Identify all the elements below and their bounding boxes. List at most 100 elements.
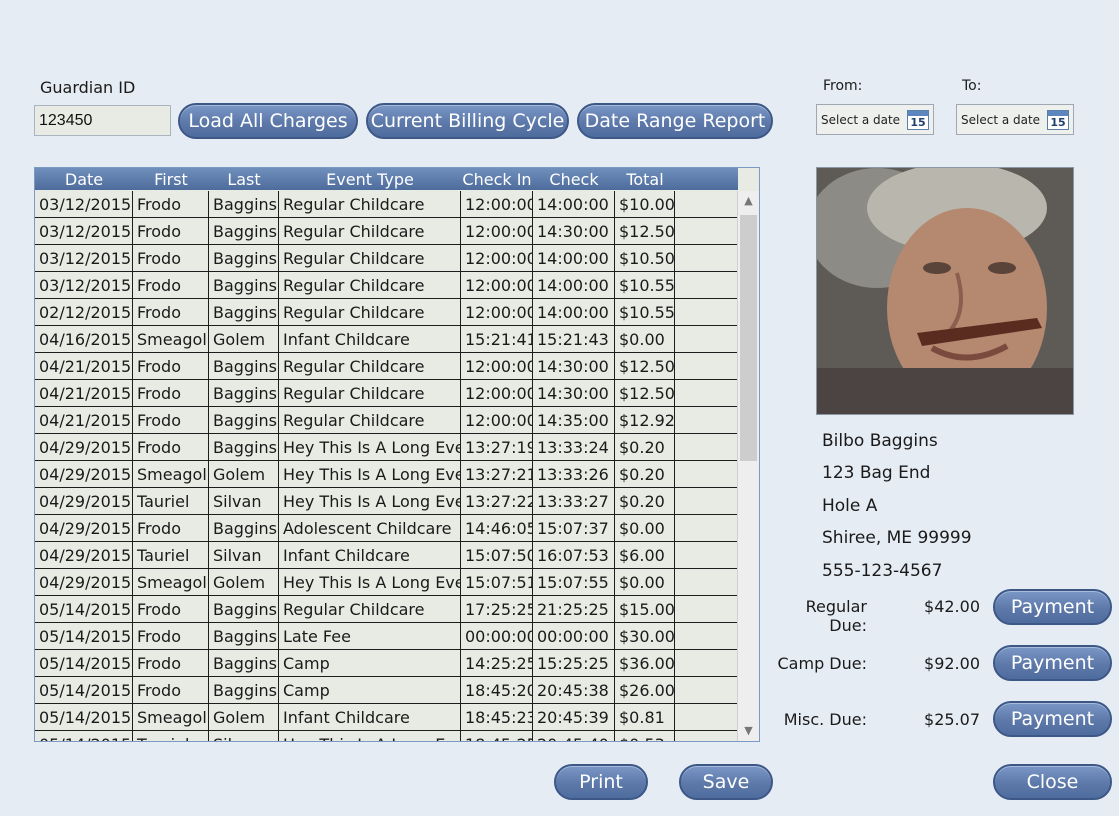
cell-first: Frodo: [133, 677, 209, 703]
from-date-picker[interactable]: Select a date 15: [816, 104, 934, 135]
to-label: To:: [962, 78, 982, 94]
cell-total: $0.00: [615, 326, 675, 352]
camp-payment-button[interactable]: Payment: [993, 645, 1112, 681]
to-date-picker[interactable]: Select a date 15: [956, 104, 1074, 135]
print-button[interactable]: Print: [554, 764, 648, 800]
cell-check-in: 12:00:00: [461, 245, 533, 271]
table-row[interactable]: 05/14/2015 Frodo Baggins Camp 18:45:20 20:45:…: [35, 677, 738, 704]
cell-date: 03/12/2015: [35, 218, 133, 244]
cell-event-type: Hey This Is A Long Eve: [279, 488, 461, 514]
table-row[interactable]: 05/14/2015 Frodo Baggins Late Fee 00:00:00 00…: [35, 623, 738, 650]
cell-first: Smeagol: [133, 326, 209, 352]
cell-check-out: 00:00:00: [533, 623, 615, 649]
cell-event-type: Regular Childcare: [279, 407, 461, 433]
cell-date: 02/12/2015: [35, 299, 133, 325]
cell-last: Silvan: [209, 542, 279, 568]
contact-phone: 555-123-4567: [822, 561, 943, 581]
table-row[interactable]: 04/29/2015 Frodo Baggins Hey This Is A Long…: [35, 434, 738, 461]
load-all-charges-button[interactable]: Load All Charges: [178, 103, 358, 139]
scrollbar-thumb[interactable]: [740, 215, 757, 461]
save-button[interactable]: Save: [679, 764, 773, 800]
chevron-down-icon[interactable]: ▼: [738, 721, 759, 741]
cell-date: 04/21/2015: [35, 407, 133, 433]
cell-date: 04/29/2015: [35, 488, 133, 514]
cell-event-type: Regular Childcare: [279, 299, 461, 325]
cell-event-type: Late Fee: [279, 623, 461, 649]
col-header-total[interactable]: Total: [615, 170, 675, 189]
cell-total: $10.00: [615, 191, 675, 217]
cell-check-in: 12:00:00: [461, 407, 533, 433]
table-row[interactable]: 04/21/2015 Frodo Baggins Regular Childcare 1…: [35, 353, 738, 380]
cell-first: Frodo: [133, 650, 209, 676]
cell-total: $30.00: [615, 623, 675, 649]
col-header-first[interactable]: First: [133, 170, 209, 189]
table-row[interactable]: 03/12/2015 Frodo Baggins Regular Childcare 1…: [35, 191, 738, 218]
cell-first: Frodo: [133, 245, 209, 271]
cell-check-in: 12:00:00: [461, 191, 533, 217]
cell-check-out: 14:00:00: [533, 245, 615, 271]
cell-total: $36.00: [615, 650, 675, 676]
cell-date: 04/29/2015: [35, 434, 133, 460]
current-billing-cycle-button[interactable]: Current Billing Cycle: [366, 103, 569, 139]
cell-check-out: 21:25:25: [533, 596, 615, 622]
cell-event-type: Regular Childcare: [279, 353, 461, 379]
table-row[interactable]: 04/29/2015 Smeagol Golem Hey This Is A Long…: [35, 461, 738, 488]
close-button[interactable]: Close: [993, 764, 1112, 800]
col-header-event-type[interactable]: Event Type: [279, 170, 461, 189]
col-header-check-in[interactable]: Check In: [461, 170, 533, 189]
camp-due-label: Camp Due:: [777, 654, 868, 673]
from-date-placeholder: Select a date: [821, 112, 901, 127]
table-row[interactable]: 04/21/2015 Frodo Baggins Regular Childcare 1…: [35, 407, 738, 434]
cell-total: $15.00: [615, 596, 675, 622]
col-header-last[interactable]: Last: [209, 170, 279, 189]
cell-event-type: Infant Childcare: [279, 704, 461, 730]
cell-date: 03/12/2015: [35, 245, 133, 271]
cell-first: Tauriel: [133, 488, 209, 514]
contact-address-2: Hole A: [822, 496, 878, 516]
cell-check-in: 14:46:05: [461, 515, 533, 541]
cell-check-out: 16:07:53: [533, 542, 615, 568]
table-row[interactable]: 04/29/2015 Tauriel Silvan Infant Childcare 1…: [35, 542, 738, 569]
table-row[interactable]: 05/14/2015 Smeagol Golem Infant Childcare 18…: [35, 704, 738, 731]
col-header-date[interactable]: Date: [35, 170, 133, 189]
cell-event-type: Regular Childcare: [279, 272, 461, 298]
cell-check-in: 15:21:41: [461, 326, 533, 352]
table-row[interactable]: 05/14/2015 Frodo Baggins Regular Childcare 1…: [35, 596, 738, 623]
chevron-up-icon[interactable]: ▲: [738, 191, 759, 211]
table-row[interactable]: 04/29/2015 Tauriel Silvan Hey This Is A Lon…: [35, 488, 738, 515]
table-row[interactable]: 04/21/2015 Frodo Baggins Regular Childcare 1…: [35, 380, 738, 407]
cell-total: $10.50: [615, 245, 675, 271]
cell-last: Baggins: [209, 596, 279, 622]
cell-first: Frodo: [133, 191, 209, 217]
cell-event-type: Regular Childcare: [279, 380, 461, 406]
table-row[interactable]: 04/29/2015 Frodo Baggins Adolescent Childca…: [35, 515, 738, 542]
table-row[interactable]: 04/29/2015 Smeagol Golem Hey This Is A Long…: [35, 569, 738, 596]
cell-last: Baggins: [209, 272, 279, 298]
cell-date: 04/29/2015: [35, 542, 133, 568]
date-range-report-button[interactable]: Date Range Report: [577, 103, 773, 139]
cell-last: Baggins: [209, 245, 279, 271]
vertical-scrollbar[interactable]: ▲ ▼: [737, 191, 759, 741]
cell-total: $10.55: [615, 272, 675, 298]
table-row[interactable]: 03/12/2015 Frodo Baggins Regular Childcare 1…: [35, 272, 738, 299]
regular-payment-button[interactable]: Payment: [993, 589, 1112, 625]
table-row[interactable]: 04/16/2015 Smeagol Golem Infant Childcare 15…: [35, 326, 738, 353]
cell-check-in: 13:27:21: [461, 461, 533, 487]
table-row[interactable]: 03/12/2015 Frodo Baggins Regular Childcare 1…: [35, 245, 738, 272]
calendar-icon[interactable]: 15: [907, 109, 929, 130]
table-row[interactable]: 05/14/2015 Frodo Baggins Camp 14:25:25 15:25:…: [35, 650, 738, 677]
cell-first: Frodo: [133, 272, 209, 298]
cell-first: Frodo: [133, 299, 209, 325]
calendar-icon[interactable]: 15: [1047, 109, 1069, 130]
charges-grid[interactable]: Date First Last Event Type Check In Chec…: [34, 167, 760, 742]
cell-last: Baggins: [209, 218, 279, 244]
cell-date: 04/21/2015: [35, 353, 133, 379]
cell-last: Baggins: [209, 515, 279, 541]
guardian-id-input[interactable]: [34, 105, 171, 136]
table-row[interactable]: 03/12/2015 Frodo Baggins Regular Childcare 1…: [35, 218, 738, 245]
cell-first: Frodo: [133, 596, 209, 622]
misc-payment-button[interactable]: Payment: [993, 701, 1112, 737]
table-row[interactable]: 05/14/2015TaurielSilvanHey This Is A Lon…: [35, 731, 738, 741]
cell-last: Baggins: [209, 191, 279, 217]
table-row[interactable]: 02/12/2015 Frodo Baggins Regular Childcare 1…: [35, 299, 738, 326]
